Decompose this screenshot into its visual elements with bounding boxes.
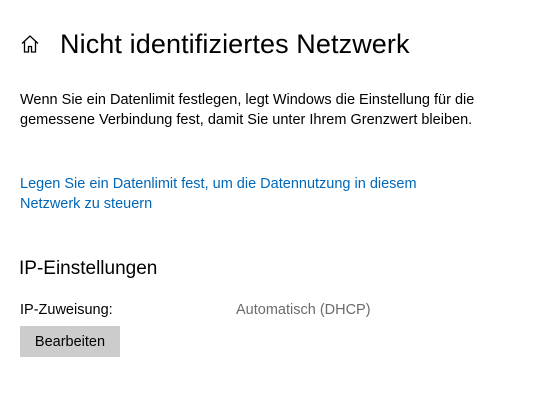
edit-button[interactable]: Bearbeiten bbox=[20, 326, 120, 357]
ip-assignment-label: IP-Zuweisung: bbox=[20, 302, 113, 318]
set-data-limit-link[interactable]: Legen Sie ein Datenlimit fest, um die Da… bbox=[20, 174, 460, 214]
home-icon[interactable] bbox=[20, 34, 40, 54]
page-title: Nicht identifiziertes Netzwerk bbox=[60, 29, 410, 59]
ip-settings-heading: IP-Einstellungen bbox=[19, 258, 158, 279]
page-header: Nicht identifiziertes Netzwerk bbox=[20, 26, 410, 62]
ip-assignment-value: Automatisch (DHCP) bbox=[236, 302, 371, 318]
data-limit-description: Wenn Sie ein Datenlimit festlegen, legt … bbox=[20, 92, 475, 128]
